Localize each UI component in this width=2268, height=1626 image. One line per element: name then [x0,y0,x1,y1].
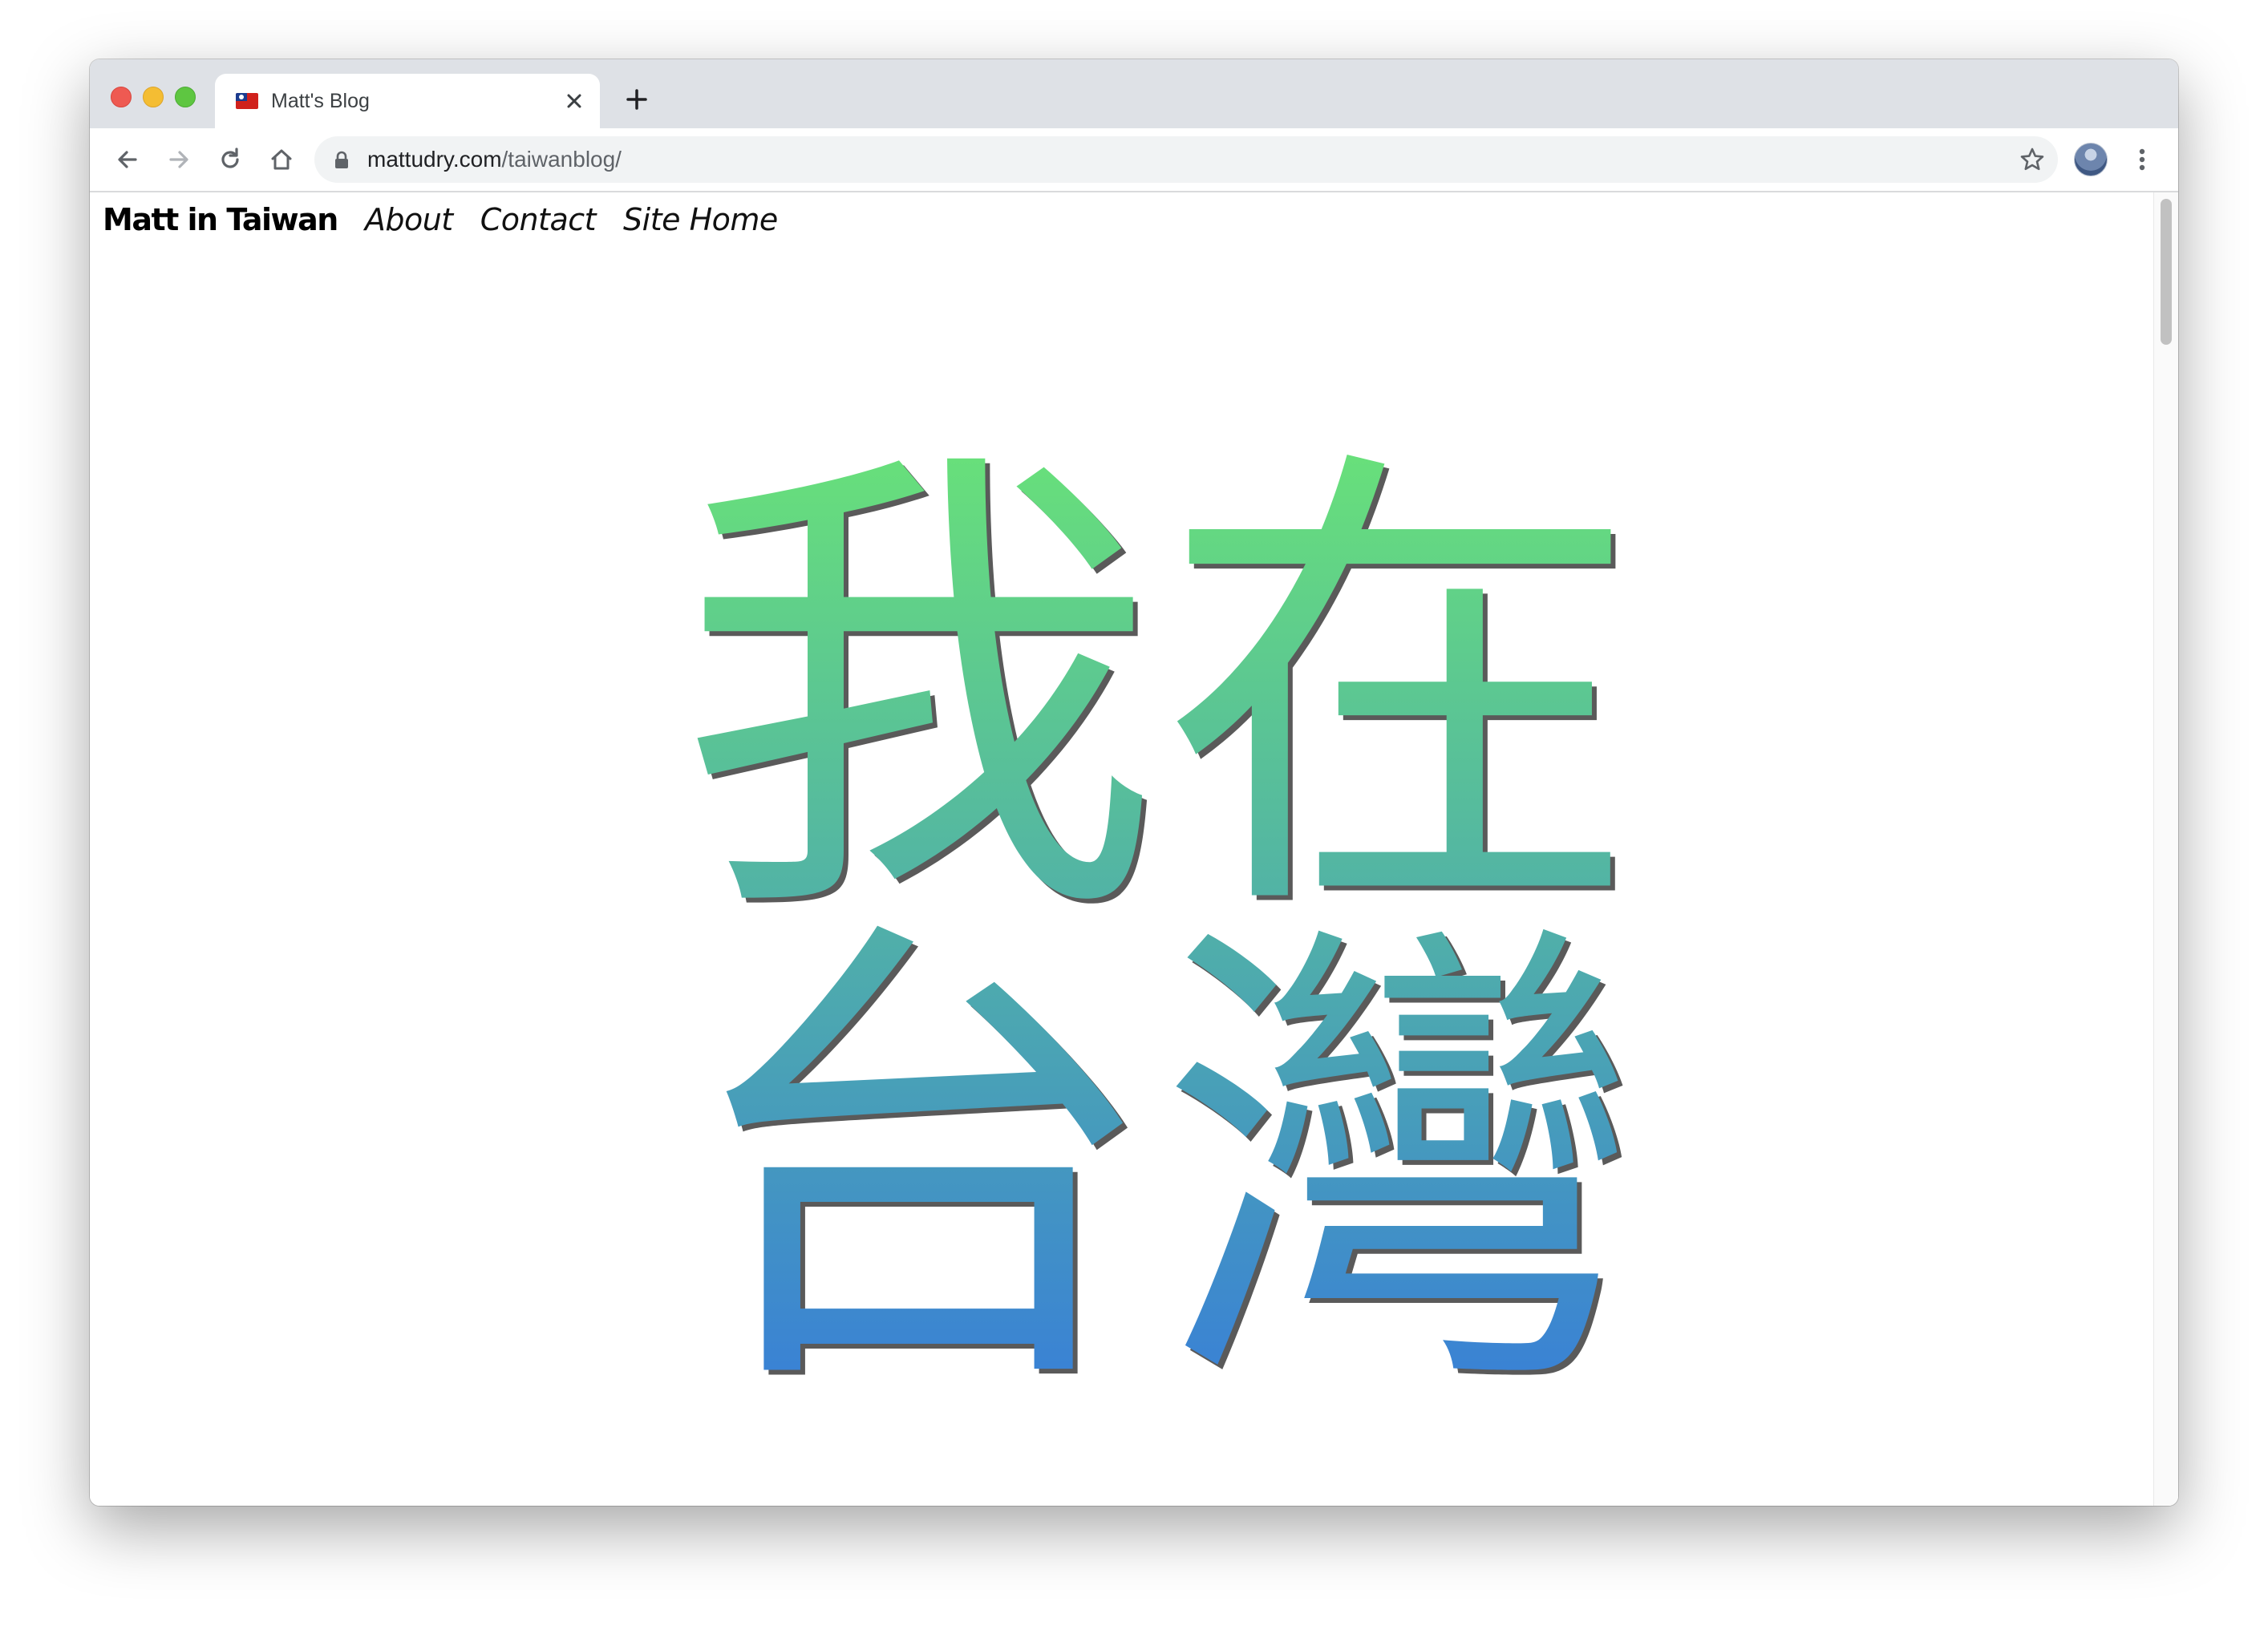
new-tab-button[interactable] [619,82,654,117]
hero-title: 我在 我在 台灣 台灣 [678,419,1645,1450]
close-window-button[interactable] [111,87,132,107]
lock-icon [335,151,348,168]
forward-button[interactable] [159,140,199,180]
url-path: /taiwanblog/ [501,147,622,172]
reload-icon [221,148,239,168]
browser-toolbar: mattudry.com/taiwanblog/ [90,128,2178,192]
profile-avatar[interactable] [2074,143,2108,176]
bookmark-star-icon[interactable] [2018,145,2047,174]
reload-button[interactable] [210,140,250,180]
browser-window: Matt's Blog mattudry.com/taiwanblog/ Mat… [90,59,2178,1506]
url-domain: mattudry.com [367,147,502,172]
zoom-window-button[interactable] [175,87,196,107]
taiwan-flag-icon [236,93,258,109]
address-bar[interactable]: mattudry.com/taiwanblog/ [314,136,2058,183]
tab-title: Matt's Blog [271,90,370,112]
arrow-right-icon [169,151,188,168]
nav-site-home-link[interactable]: Site Home [623,202,778,237]
url-text: mattudry.com/taiwanblog/ [367,147,622,172]
vertical-scrollbar[interactable] [2153,192,2178,1506]
site-brand-link[interactable]: Matt in Taiwan [103,202,338,237]
menu-button[interactable] [2122,140,2162,180]
hero-line-2: 台灣 [678,885,1640,1446]
scrollbar-thumb[interactable] [2161,199,2172,345]
home-icon [271,149,292,170]
plus-icon [626,89,647,110]
arrow-left-icon [118,151,137,168]
tab-strip: Matt's Blog [90,59,2178,128]
more-vert-icon [2139,148,2145,171]
close-icon[interactable] [560,87,589,115]
page-viewport: Matt in Taiwan About Contact Site Home 我… [90,192,2178,1506]
home-button[interactable] [261,140,302,180]
back-button[interactable] [107,140,148,180]
nav-contact-link[interactable]: Contact [480,202,597,237]
nav-about-link[interactable]: About [365,202,453,237]
site-nav: Matt in Taiwan About Contact Site Home [103,202,778,237]
minimize-window-button[interactable] [143,87,164,107]
tab-active[interactable]: Matt's Blog [215,74,600,128]
